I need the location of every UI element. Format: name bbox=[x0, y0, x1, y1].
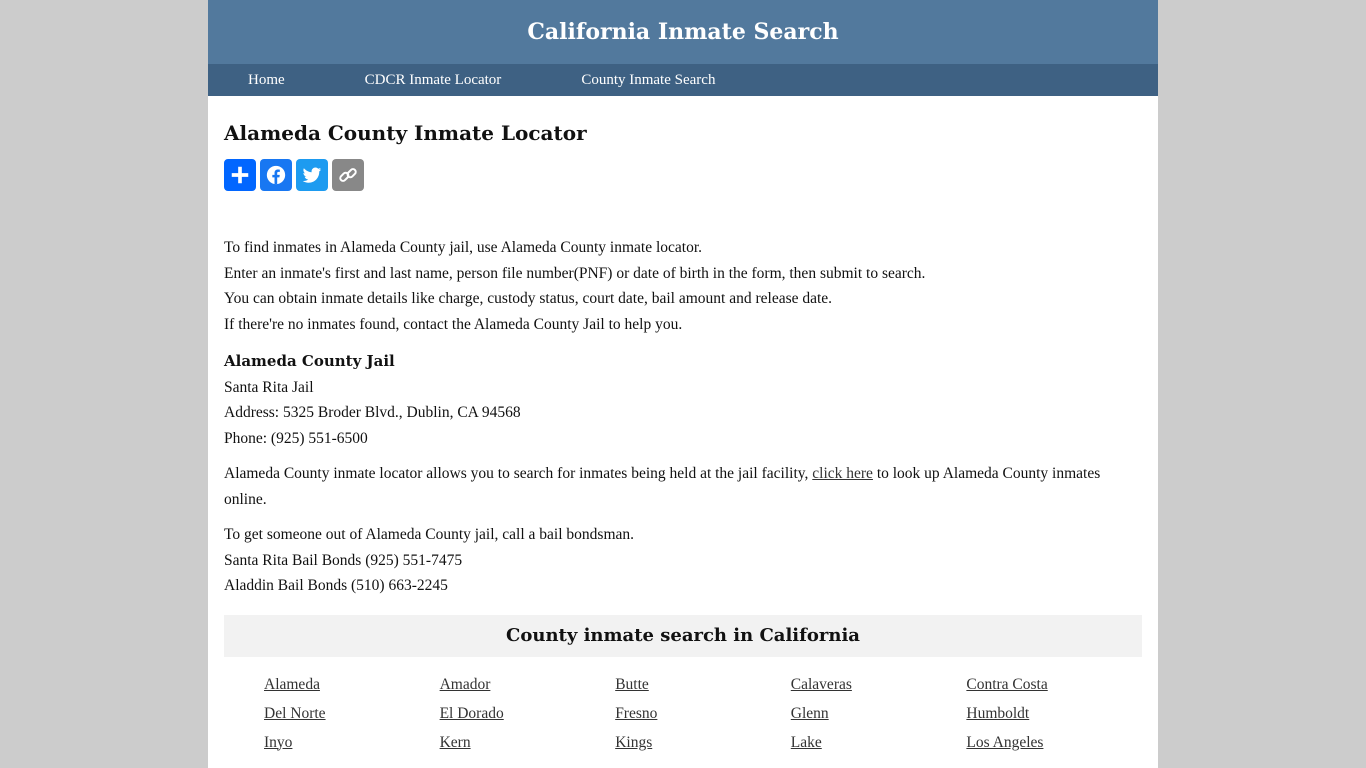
intro-line: To find inmates in Alameda County jail, … bbox=[224, 239, 703, 256]
county-search-heading-box: County inmate search in California bbox=[224, 614, 1142, 657]
site-header: California Inmate Search bbox=[208, 0, 1158, 64]
bail-line: Santa Rita Bail Bonds (925) 551-7475 bbox=[224, 551, 463, 569]
jail-info: Alameda County Jail Santa Rita Jail Addr… bbox=[224, 349, 1142, 451]
twitter-icon bbox=[302, 167, 322, 183]
county-link[interactable]: Amador bbox=[440, 675, 616, 695]
facebook-icon bbox=[266, 165, 286, 185]
county-link[interactable]: Los Angeles bbox=[966, 733, 1142, 753]
jail-facility: Santa Rita Jail bbox=[224, 378, 314, 396]
page-title: Alameda County Inmate Locator bbox=[224, 121, 587, 145]
county-link[interactable]: Glenn bbox=[791, 704, 967, 724]
intro-line: You can obtain inmate details like charg… bbox=[224, 290, 833, 307]
jail-phone: Phone: (925) 551-6500 bbox=[224, 429, 368, 447]
intro-line: Enter an inmate's first and last name, p… bbox=[224, 264, 926, 282]
county-link[interactable]: Calaveras bbox=[791, 675, 967, 695]
facebook-share-button[interactable] bbox=[260, 159, 292, 191]
intro-paragraph: To find inmates in Alameda County jail, … bbox=[224, 235, 1142, 337]
county-search-heading: County inmate search in California bbox=[506, 625, 860, 646]
county-link[interactable]: El Dorado bbox=[440, 704, 616, 724]
share-buttons bbox=[224, 159, 1142, 191]
county-link[interactable]: Fresno bbox=[615, 704, 791, 724]
nav-home[interactable]: Home bbox=[248, 72, 285, 89]
county-link[interactable]: Kings bbox=[615, 733, 791, 753]
intro-line: If there're no inmates found, contact th… bbox=[224, 315, 683, 333]
county-link[interactable]: Humboldt bbox=[966, 704, 1142, 724]
copy-link-button[interactable] bbox=[332, 159, 364, 191]
click-here-link[interactable]: click here bbox=[812, 465, 873, 482]
page-container: California Inmate Search Home CDCR Inmat… bbox=[208, 0, 1158, 768]
twitter-share-button[interactable] bbox=[296, 159, 328, 191]
bail-paragraph: To get someone out of Alameda County jai… bbox=[224, 522, 1142, 599]
bail-line: Aladdin Bail Bonds (510) 663-2245 bbox=[224, 577, 448, 594]
locator-paragraph: Alameda County inmate locator allows you… bbox=[224, 461, 1142, 512]
jail-name: Alameda County Jail bbox=[224, 352, 395, 370]
main-nav: Home CDCR Inmate Locator County Inmate S… bbox=[208, 64, 1158, 96]
site-title[interactable]: California Inmate Search bbox=[527, 19, 838, 45]
main-content: Alameda County Inmate Locator To find in… bbox=[208, 121, 1158, 753]
county-link[interactable]: Contra Costa bbox=[966, 675, 1142, 695]
county-links-grid: Alameda Amador Butte Calaveras Contra Co… bbox=[224, 675, 1142, 753]
county-link[interactable]: Butte bbox=[615, 675, 791, 695]
bail-line: To get someone out of Alameda County jai… bbox=[224, 526, 635, 543]
link-icon bbox=[339, 168, 357, 182]
county-link[interactable]: Alameda bbox=[264, 675, 440, 695]
nav-cdcr-inmate-locator[interactable]: CDCR Inmate Locator bbox=[365, 72, 502, 89]
plus-icon bbox=[231, 166, 249, 184]
county-link[interactable]: Del Norte bbox=[264, 704, 440, 724]
jail-address: Address: 5325 Broder Blvd., Dublin, CA 9… bbox=[224, 404, 521, 421]
county-link[interactable]: Lake bbox=[791, 733, 967, 753]
locator-text: Alameda County inmate locator allows you… bbox=[224, 465, 813, 482]
nav-county-inmate-search[interactable]: County Inmate Search bbox=[581, 72, 715, 89]
county-link[interactable]: Inyo bbox=[264, 733, 440, 753]
share-button[interactable] bbox=[224, 159, 256, 191]
county-link[interactable]: Kern bbox=[440, 733, 616, 753]
